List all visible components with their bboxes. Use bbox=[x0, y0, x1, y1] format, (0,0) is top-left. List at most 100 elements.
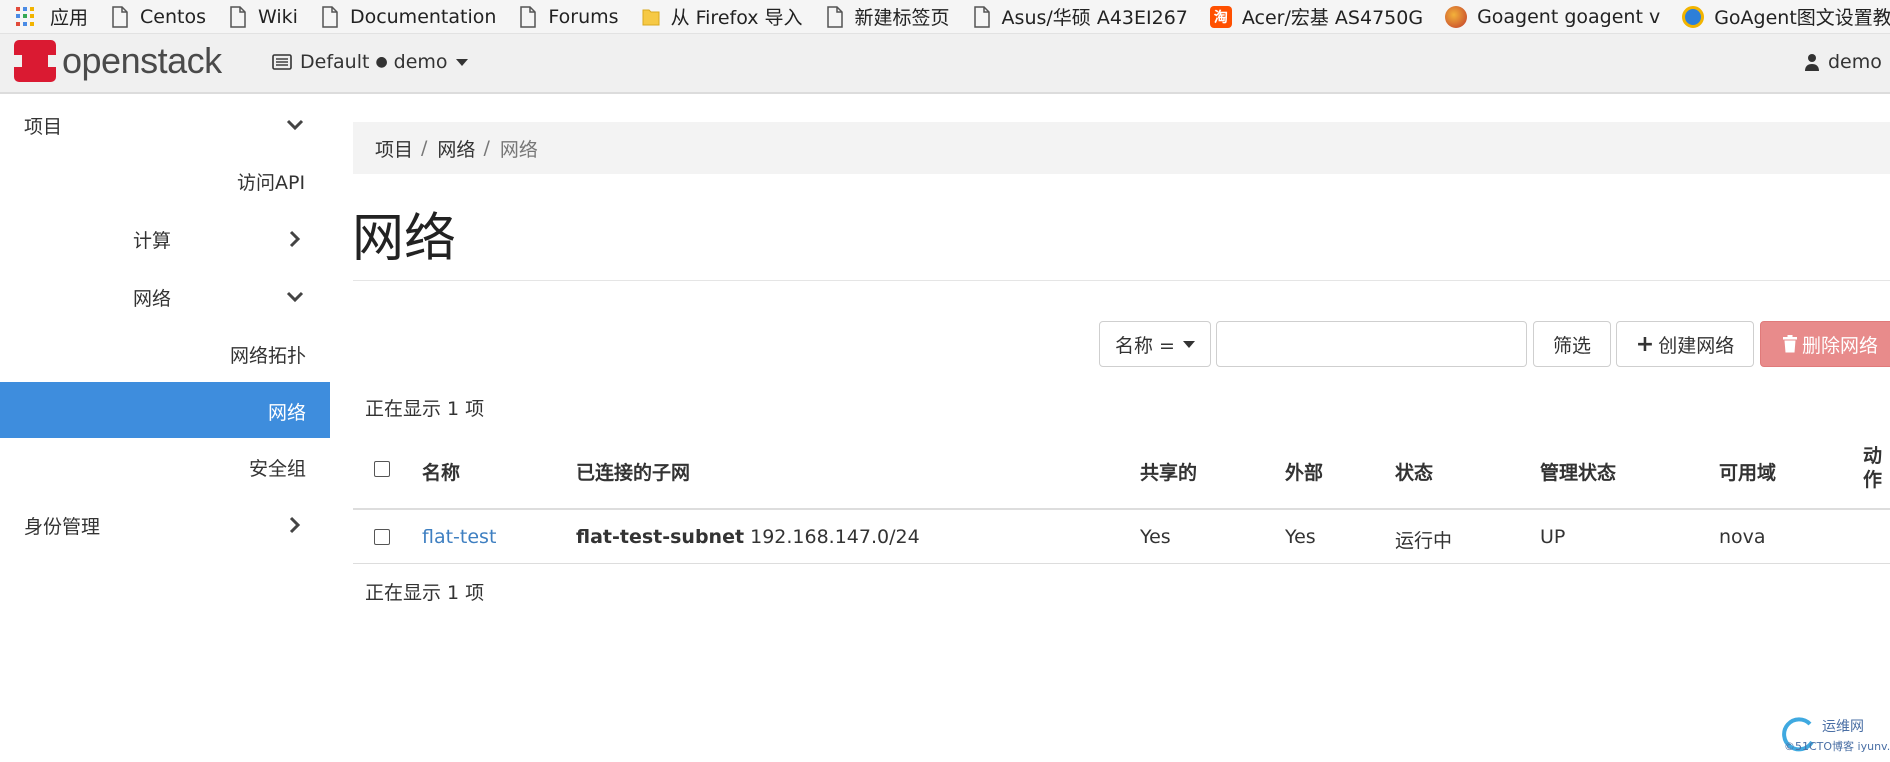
sidebar-item-label: 网络拓扑 bbox=[230, 345, 307, 367]
chevron-down-icon bbox=[286, 291, 304, 303]
sidebar-item-label: 网络 bbox=[133, 288, 172, 310]
sidebar-item-access-api[interactable]: 访问API bbox=[0, 152, 330, 208]
breadcrumb-item-current: 网络 bbox=[499, 138, 538, 161]
project-selector[interactable]: Default ● demo bbox=[272, 51, 468, 73]
sidebar-item-label: 身份管理 bbox=[24, 516, 101, 538]
filter-button[interactable]: 筛选 bbox=[1533, 321, 1611, 367]
column-actions-line: 动 bbox=[1863, 445, 1883, 467]
sidebar-item-project[interactable]: 项目 bbox=[0, 96, 330, 152]
chevron-right-icon bbox=[289, 516, 301, 534]
breadcrumb: 项目 / 网络 / 网络 bbox=[353, 122, 1890, 174]
sidebar-item-identity[interactable]: 身份管理 bbox=[0, 496, 330, 552]
create-network-label: 创建网络 bbox=[1658, 334, 1735, 357]
bookmark-wiki[interactable]: Wiki bbox=[228, 6, 298, 28]
apps-grid-icon bbox=[16, 6, 36, 27]
bookmark-label: Forums bbox=[548, 5, 619, 28]
sidebar-item-networks[interactable]: 网络 bbox=[0, 382, 330, 438]
bookmark-firefox-import[interactable]: 从 Firefox 导入 bbox=[641, 3, 803, 30]
page-icon bbox=[973, 5, 990, 28]
page-icon bbox=[112, 5, 128, 28]
bookmark-label: 应用 bbox=[50, 7, 89, 29]
sidebar-item-label: 安全组 bbox=[249, 458, 307, 480]
delete-networks-label: 删除网络 bbox=[1801, 334, 1878, 357]
caret-down-icon bbox=[1182, 340, 1195, 348]
bookmark-centos[interactable]: Centos bbox=[110, 6, 206, 28]
bookmark-apps[interactable]: 应用 bbox=[16, 3, 88, 30]
user-menu[interactable]: demo bbox=[1804, 51, 1890, 73]
bookmark-forums[interactable]: Forums bbox=[518, 5, 619, 28]
folder-icon bbox=[642, 9, 660, 25]
plus-icon: + bbox=[1635, 331, 1655, 357]
openstack-logo-icon bbox=[14, 40, 56, 82]
watermark: 运维网 ©51CTO博客 iyunv.com bbox=[1780, 714, 1890, 762]
project-name: demo bbox=[393, 51, 448, 73]
bookmark-label: GoAgent图文设置教 bbox=[1714, 7, 1890, 29]
subnet-cidr: 192.168.147.0/24 bbox=[750, 526, 920, 548]
column-external[interactable]: 外部 bbox=[1285, 458, 1323, 485]
goagent-icon bbox=[1445, 5, 1468, 28]
filter-input[interactable] bbox=[1216, 321, 1527, 367]
sidebar-item-label: 计算 bbox=[133, 230, 172, 252]
user-icon bbox=[1805, 54, 1819, 71]
bookmark-goagent[interactable]: Goagent goagent v bbox=[1445, 5, 1661, 28]
watermark-line2: ©51CTO博客 iyunv.com bbox=[1784, 740, 1890, 753]
bookmark-label: Goagent goagent v bbox=[1477, 5, 1661, 28]
sidebar-item-security-groups[interactable]: 安全组 bbox=[0, 438, 330, 494]
status-cell: 运行中 bbox=[1395, 530, 1453, 552]
column-actions: 动 作 bbox=[1863, 444, 1882, 492]
page-icon bbox=[322, 5, 338, 28]
filter-field-select[interactable]: 名称 = bbox=[1099, 321, 1211, 367]
title-divider bbox=[353, 280, 1890, 281]
bookmark-label: Centos bbox=[140, 5, 206, 28]
sidebar-item-compute[interactable]: 计算 bbox=[0, 210, 330, 266]
bookmark-new-tab[interactable]: 新建标签页 bbox=[825, 3, 950, 30]
sidebar-item-network-topology[interactable]: 网络拓扑 bbox=[0, 325, 330, 381]
breadcrumb-item-network[interactable]: 网络 bbox=[437, 135, 475, 162]
chevron-down-icon bbox=[286, 119, 304, 131]
taobao-icon: 淘 bbox=[1209, 5, 1232, 28]
item-count-bottom: 正在显示 1 项 bbox=[365, 582, 485, 604]
network-name-link[interactable]: flat-test bbox=[422, 526, 496, 548]
page-icon bbox=[826, 5, 843, 28]
sidebar-item-network-group[interactable]: 网络 bbox=[0, 268, 330, 324]
shared-cell: Yes bbox=[1140, 526, 1171, 548]
column-name[interactable]: 名称 bbox=[422, 458, 460, 485]
create-network-button[interactable]: + 创建网络 bbox=[1616, 321, 1754, 367]
sidebar-item-label: 网络 bbox=[268, 402, 307, 424]
bookmark-documentation[interactable]: Documentation bbox=[320, 6, 496, 28]
table-header: 名称 已连接的子网 共享的 外部 状态 管理状态 可用域 动 作 bbox=[353, 440, 1890, 510]
bookmark-label: Asus/华硕 A43EI267 bbox=[1001, 7, 1188, 29]
bookmark-acer[interactable]: 淘 Acer/宏基 AS4750G bbox=[1209, 3, 1424, 30]
openstack-logo[interactable]: openstack bbox=[14, 40, 222, 82]
bookmarks-bar: 应用 Centos Wiki Documentation Forums 从 Fi… bbox=[0, 0, 1890, 34]
subnet-cell: flat-test-subnet 192.168.147.0/24 bbox=[576, 526, 920, 548]
column-subnets[interactable]: 已连接的子网 bbox=[576, 458, 690, 485]
trash-icon bbox=[1782, 335, 1797, 353]
breadcrumb-separator: / bbox=[483, 137, 490, 159]
row-checkbox[interactable] bbox=[374, 529, 390, 545]
column-availability-zone[interactable]: 可用域 bbox=[1719, 458, 1776, 485]
table-row: flat-test flat-test-subnet 192.168.147.0… bbox=[353, 512, 1890, 564]
bookmark-label: 从 Firefox 导入 bbox=[670, 7, 803, 29]
breadcrumb-separator: / bbox=[421, 137, 428, 159]
column-admin-state[interactable]: 管理状态 bbox=[1540, 458, 1616, 485]
breadcrumb-item-project[interactable]: 项目 bbox=[375, 135, 413, 162]
delete-networks-button[interactable]: 删除网络 bbox=[1760, 321, 1890, 367]
user-name: demo bbox=[1828, 51, 1882, 73]
bookmark-label: Acer/宏基 AS4750G bbox=[1241, 7, 1424, 29]
column-status[interactable]: 状态 bbox=[1395, 458, 1433, 485]
item-count-top: 正在显示 1 项 bbox=[365, 398, 485, 420]
caret-down-icon bbox=[455, 58, 468, 66]
select-all-checkbox[interactable] bbox=[374, 461, 390, 477]
logo-text: openstack bbox=[62, 40, 222, 81]
page-icon bbox=[520, 5, 537, 28]
external-cell: Yes bbox=[1285, 526, 1316, 548]
bookmark-goagent-guide[interactable]: GoAgent图文设置教 bbox=[1682, 3, 1890, 30]
sidebar-item-label: 项目 bbox=[24, 116, 63, 138]
subnet-name: flat-test-subnet bbox=[576, 526, 745, 548]
bookmark-asus[interactable]: Asus/华硕 A43EI267 bbox=[972, 3, 1188, 30]
column-shared[interactable]: 共享的 bbox=[1140, 458, 1197, 485]
admin-state-cell: UP bbox=[1540, 526, 1566, 548]
column-actions-line: 作 bbox=[1863, 469, 1883, 491]
page-icon bbox=[230, 5, 246, 28]
